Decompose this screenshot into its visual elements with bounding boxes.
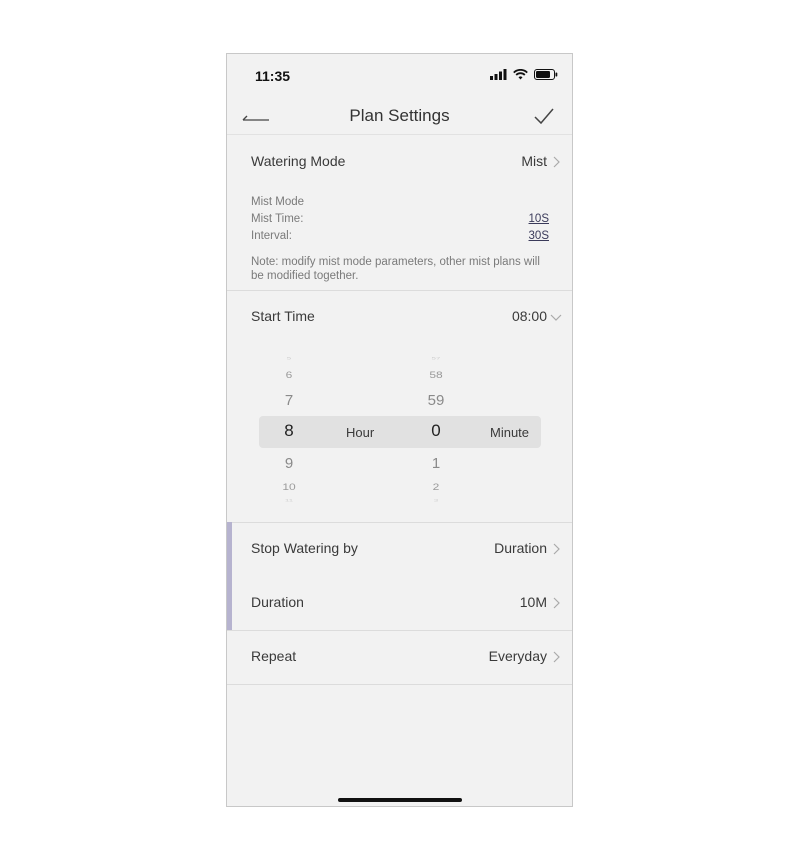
duration-label: Duration: [251, 594, 304, 610]
stop-watering-row[interactable]: Stop Watering by Duration: [227, 522, 572, 576]
stop-watering-value: Duration: [494, 540, 547, 556]
time-picker[interactable]: 5 6 7 8 9 10 11 Hour 57 58 59 0 1 2 3 Mi…: [227, 354, 572, 514]
status-bar: 11:35: [227, 54, 572, 98]
minute-item[interactable]: 2: [406, 481, 466, 492]
hour-item[interactable]: 6: [259, 369, 319, 380]
nav-bar: Plan Settings: [227, 98, 572, 135]
minute-item[interactable]: 59: [406, 392, 466, 409]
chevron-right-icon: [553, 651, 560, 663]
hour-item[interactable]: 9: [259, 455, 319, 472]
stop-watering-label: Stop Watering by: [251, 540, 358, 556]
mist-interval-value[interactable]: 30S: [529, 228, 549, 245]
minute-item-selected[interactable]: 0: [406, 421, 466, 441]
mist-interval-line: Interval: 30S: [251, 228, 549, 245]
watering-mode-value: Mist: [521, 153, 547, 169]
hour-item[interactable]: 11: [259, 498, 319, 502]
start-time-value: 08:00: [511, 308, 547, 324]
mist-time-value[interactable]: 10S: [529, 211, 549, 228]
mist-mode-label: Mist Mode: [251, 196, 305, 208]
watering-mode-row[interactable]: Watering Mode Mist: [227, 135, 572, 189]
status-time: 11:35: [255, 68, 291, 84]
mist-time-line: Mist Time: 10S: [251, 211, 549, 228]
signal-icon: [490, 69, 507, 80]
battery-icon: [534, 69, 558, 80]
hour-item[interactable]: 10: [259, 481, 319, 492]
phone-screen: 11:35 Plan Settings Watering Mode Mist M…: [226, 53, 573, 807]
repeat-value: Everyday: [488, 648, 547, 664]
start-time-label: Start Time: [251, 308, 315, 324]
divider: [227, 684, 572, 685]
home-indicator[interactable]: [338, 798, 462, 802]
wifi-icon: [513, 69, 528, 80]
minute-item[interactable]: 58: [406, 369, 466, 380]
status-icons: [490, 69, 558, 80]
chevron-right-icon: [553, 156, 560, 168]
chevron-right-icon: [553, 597, 560, 609]
duration-value: 10M: [519, 594, 547, 610]
duration-row[interactable]: Duration 10M: [227, 576, 572, 630]
chevron-down-icon: [550, 314, 562, 321]
mist-time-label: Mist Time:: [251, 213, 304, 225]
minute-unit-label: Minute: [490, 425, 530, 440]
minute-item[interactable]: 1: [406, 455, 466, 472]
hour-item[interactable]: 7: [259, 392, 319, 409]
repeat-label: Repeat: [251, 648, 297, 664]
hour-item[interactable]: 5: [259, 356, 319, 360]
repeat-row[interactable]: Repeat Everyday: [227, 630, 572, 684]
minute-item[interactable]: 57: [406, 356, 466, 360]
mist-details: Mist Mode Mist Time: 10S Interval: 30S: [251, 194, 549, 245]
mist-mode-line: Mist Mode: [251, 194, 549, 211]
page-title: Plan Settings: [349, 106, 450, 125]
start-time-row[interactable]: Start Time 08:00: [227, 290, 572, 344]
checkmark-icon[interactable]: [532, 104, 556, 128]
mist-interval-label: Interval:: [251, 230, 292, 242]
watering-mode-label: Watering Mode: [251, 153, 346, 169]
hour-item-selected[interactable]: 8: [259, 421, 319, 441]
minute-item[interactable]: 3: [406, 498, 466, 502]
chevron-right-icon: [553, 543, 560, 555]
mist-note: Note: modify mist mode parameters, other…: [251, 256, 540, 282]
hour-unit-label: Hour: [346, 425, 375, 440]
